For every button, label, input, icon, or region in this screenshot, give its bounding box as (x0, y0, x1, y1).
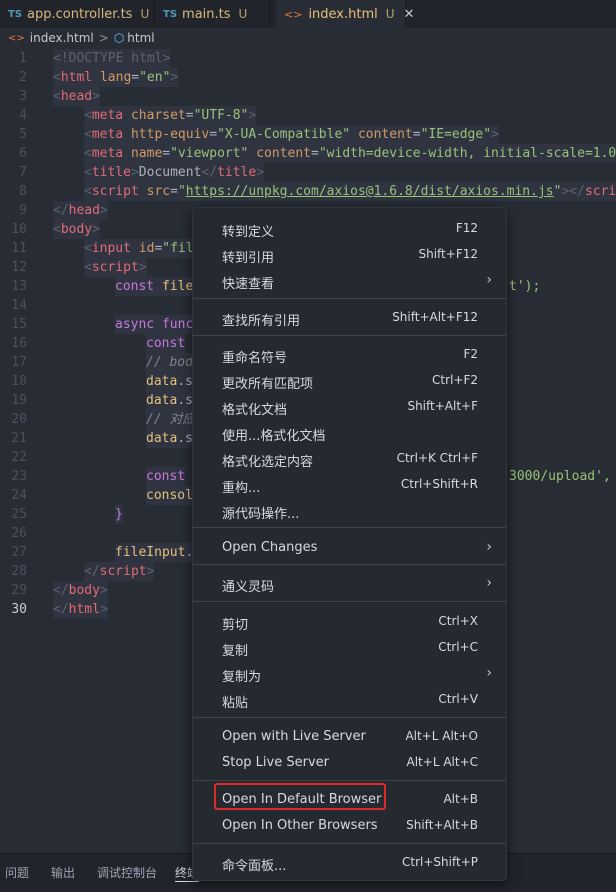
menu-separator (193, 564, 506, 565)
menu-separator (193, 601, 506, 602)
tab-label: app.controller.ts (27, 6, 133, 22)
code-line-17: // bod (146, 353, 193, 372)
menu-item-paste[interactable]: 粘贴 Ctrl+V (193, 688, 506, 712)
code-line-23: const (146, 467, 186, 486)
code-line-7: <title>Document</title> (84, 163, 265, 182)
menu-separator (193, 843, 506, 844)
tab-problems[interactable]: 问题 (5, 864, 29, 881)
code-line-9: </head> (53, 201, 108, 220)
menu-item-command-palette[interactable]: 命令面板... Ctrl+Shift+P (193, 851, 506, 875)
untracked-badge: U (140, 7, 150, 21)
symbol-cube-icon: ⬡ (113, 31, 125, 45)
breadcrumb-symbol[interactable]: html (127, 31, 154, 45)
code-line-21: data.s (146, 429, 193, 448)
breadcrumb: <> index.html > ⬡ html (0, 28, 616, 48)
html-file-icon: <> (8, 32, 25, 44)
chevron-right-icon: › (486, 665, 492, 681)
menu-item-go-to-definition[interactable]: 转到定义 F12 (193, 217, 506, 241)
code-line-24: consol (146, 486, 193, 505)
line-number: 22 (11, 450, 27, 465)
code-line-6: <meta name="viewport" content="width=dev… (84, 144, 616, 163)
code-line-10: <body> (53, 220, 100, 239)
axios-cdn-link[interactable]: https://unpkg.com/axios@1.6.8/dist/axios… (186, 184, 554, 199)
code-line-5: <meta http-equiv="X-UA-Compatible" conte… (84, 125, 499, 144)
menu-separator (193, 780, 506, 781)
chevron-right-icon: › (486, 575, 492, 591)
menu-item-open-changes[interactable]: Open Changes › (193, 536, 506, 560)
menu-item-stop-live-server[interactable]: Stop Live Server Alt+L Alt+C (193, 751, 506, 775)
tab-main[interactable]: TS main.ts U (155, 0, 270, 28)
menu-separator (193, 527, 506, 528)
code-line-28: </script> (84, 562, 155, 581)
breadcrumb-separator: > (98, 31, 109, 45)
code-line-13: const file (115, 277, 194, 296)
typescript-file-icon: TS (163, 8, 178, 20)
code-line-11: <input id="fil (84, 239, 194, 258)
context-menu: 转到定义 F12 转到引用 Shift+F12 快速查看 › 查找所有引用 Shift+… (192, 207, 507, 881)
tab-label: main.ts (182, 6, 231, 22)
tab-app-controller[interactable]: TS app.controller.ts U (0, 0, 155, 28)
code-line-23-tail: 3000/upload', (509, 469, 611, 484)
chevron-right-icon: › (486, 272, 492, 288)
menu-item-format-document-with[interactable]: 使用...格式化文档 (193, 421, 506, 445)
code-line-3: <head> (53, 87, 100, 106)
code-line-29: </body> (53, 581, 108, 600)
menu-item-format-selection[interactable]: 格式化选定内容 Ctrl+K Ctrl+F (193, 447, 506, 471)
menu-item-source-action[interactable]: 源代码操作... (193, 499, 506, 523)
menu-item-copy[interactable]: 复制 Ctrl+C (193, 636, 506, 660)
menu-item-open-in-other-browsers[interactable]: Open In Other Browsers Shift+Alt+B (193, 814, 506, 838)
menu-item-format-document[interactable]: 格式化文档 Shift+Alt+F (193, 395, 506, 419)
menu-item-peek[interactable]: 快速查看 › (193, 269, 506, 293)
chevron-right-icon: › (486, 539, 492, 555)
tab-output[interactable]: 输出 (51, 864, 75, 881)
menu-item-open-with-live-server[interactable]: Open with Live Server Alt+L Alt+O (193, 725, 506, 749)
tab-debug-console[interactable]: 调试控制台 (97, 864, 157, 881)
code-line-25: } (115, 505, 123, 524)
line-number: 14 (11, 298, 27, 313)
menu-item-go-to-references[interactable]: 转到引用 Shift+F12 (193, 243, 506, 267)
menu-item-rename-symbol[interactable]: 重命名符号 F2 (193, 343, 506, 367)
untracked-badge: U (385, 7, 395, 21)
close-icon[interactable]: ✕ (404, 7, 415, 22)
tab-index-html[interactable]: <> index.html U ✕ (276, 0, 414, 28)
editor-tab-bar: TS app.controller.ts U TS main.ts U <> i… (0, 0, 616, 29)
typescript-file-icon: TS (8, 8, 23, 20)
code-line-13-tail: t'); (509, 279, 541, 294)
line-number: 26 (11, 526, 27, 541)
menu-item-refactor[interactable]: 重构... Ctrl+Shift+R (193, 473, 506, 497)
tab-label: index.html (308, 6, 378, 22)
menu-item-tongyi-lingma[interactable]: 通义灵码 › (193, 572, 506, 596)
menu-separator (193, 335, 506, 336)
menu-item-cut[interactable]: 剪切 Ctrl+X (193, 610, 506, 634)
code-line-18: data.s (146, 372, 193, 391)
menu-item-copy-as[interactable]: 复制为 › (193, 662, 506, 686)
menu-item-change-all-occurrences[interactable]: 更改所有匹配项 Ctrl+F2 (193, 369, 506, 393)
code-line-19: data.s (146, 391, 193, 410)
menu-separator (193, 298, 506, 299)
untracked-badge: U (238, 7, 248, 21)
code-line-2: <html lang="en"> (53, 68, 179, 87)
html-file-icon: <> (284, 7, 303, 21)
code-line-15: async func (115, 315, 194, 334)
code-line-1: <!DOCTYPE html> (53, 49, 171, 68)
code-line-30: </html> (53, 600, 108, 619)
highlight-box (214, 783, 386, 810)
menu-item-find-all-references[interactable]: 查找所有引用 Shift+Alt+F12 (193, 306, 506, 330)
code-line-4: <meta charset="UTF-8"> (84, 106, 257, 125)
code-line-20: // 对应 (146, 410, 196, 429)
breadcrumb-file[interactable]: index.html (30, 31, 94, 45)
code-line-27: fileInput. (115, 543, 194, 562)
menu-separator (193, 717, 506, 718)
code-line-8: <script src="https://unpkg.com/axios@1.6… (84, 182, 616, 201)
code-line-16: const (146, 334, 186, 353)
code-line-12: <script> (84, 258, 147, 277)
